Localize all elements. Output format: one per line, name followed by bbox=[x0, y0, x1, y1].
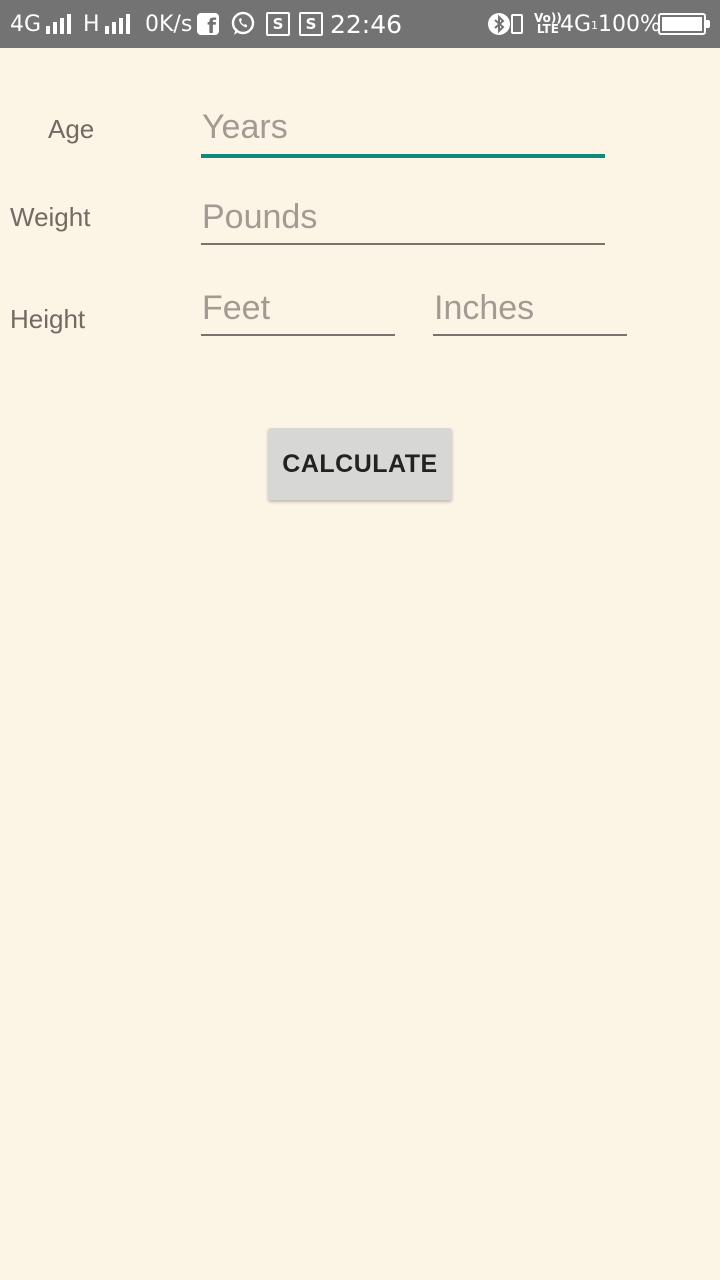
bluetooth-icon bbox=[487, 0, 511, 48]
height-label: Height bbox=[10, 304, 86, 334]
network-sim-number: 1 bbox=[591, 18, 599, 32]
s-app-icon: S bbox=[299, 0, 323, 48]
sim-icon bbox=[511, 0, 523, 48]
facebook-icon: f bbox=[197, 0, 219, 48]
network-indicator-2: H bbox=[83, 0, 130, 48]
signal-strength-icon bbox=[46, 14, 72, 34]
age-input[interactable] bbox=[201, 106, 605, 158]
network-indicator-1: 4G bbox=[10, 0, 72, 48]
s-app-icon: S bbox=[266, 0, 290, 48]
signal-strength-icon-2 bbox=[104, 14, 130, 34]
battery-percent-label: 100% bbox=[598, 11, 661, 37]
data-speed-label: 0K/s bbox=[145, 11, 193, 37]
battery-icon bbox=[658, 0, 710, 48]
battery-percent: 100% bbox=[598, 0, 661, 48]
weight-label: Weight bbox=[10, 202, 91, 232]
network-type-label-2: H bbox=[83, 11, 100, 37]
weight-input[interactable] bbox=[201, 197, 605, 245]
time-label: 22:46 bbox=[330, 9, 403, 39]
battery-fill bbox=[662, 17, 702, 31]
age-label: Age bbox=[48, 114, 95, 144]
data-speed: 0K/s bbox=[145, 0, 192, 48]
clock: 22:46 bbox=[330, 0, 402, 48]
status-bar: 4G H 0K/s f S S 22:46 Vo)) LTE 4G1 100% bbox=[0, 0, 720, 48]
facebook-letter: f bbox=[197, 13, 219, 36]
s-app-letter: S bbox=[299, 12, 323, 36]
network-type-label-3: 4G bbox=[560, 11, 592, 37]
s-app-letter: S bbox=[266, 12, 290, 36]
calculate-button[interactable]: CALCULATE bbox=[268, 428, 452, 500]
height-feet-input[interactable] bbox=[201, 288, 395, 336]
whatsapp-icon bbox=[230, 0, 256, 48]
volte-indicator: Vo)) LTE bbox=[534, 0, 562, 48]
volte-bottom-label: LTE bbox=[536, 22, 559, 36]
network-indicator-3: 4G1 bbox=[560, 0, 598, 48]
height-inches-input[interactable] bbox=[433, 288, 627, 336]
network-type-label: 4G bbox=[10, 11, 42, 37]
